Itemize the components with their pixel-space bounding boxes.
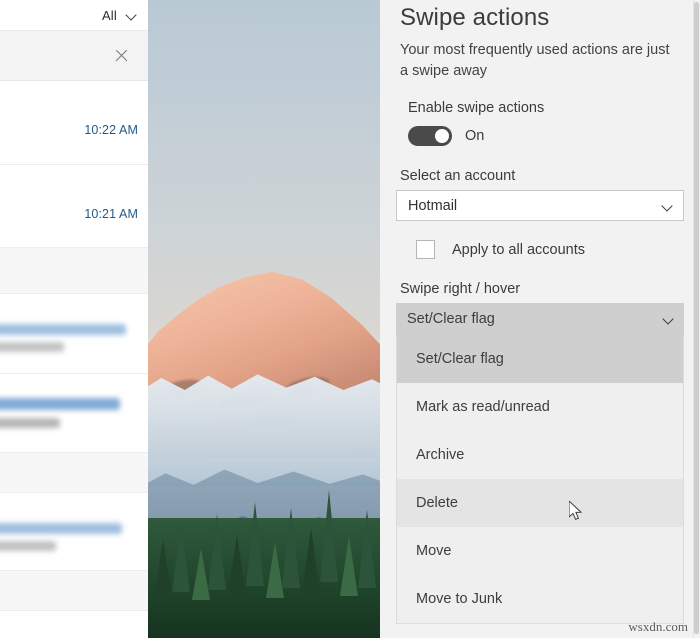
option-delete[interactable]: Delete [397, 479, 683, 527]
message-list-header: All [0, 0, 148, 30]
option-move-to-junk[interactable]: Move to Junk [397, 575, 683, 623]
list-item[interactable] [0, 374, 148, 453]
message-list-panel: All 10:22 AM 10:21 AM [0, 0, 148, 638]
account-select-value: Hotmail [408, 197, 458, 214]
swipe-right-label: Swipe right / hover [400, 281, 521, 297]
swipe-right-combobox-value: Set/Clear flag [407, 311, 495, 327]
settings-scrollbar[interactable] [693, 0, 700, 638]
conifer-forest [148, 468, 380, 638]
option-label: Archive [416, 447, 465, 463]
page-title: Swipe actions [400, 4, 550, 31]
redacted-sender [0, 523, 122, 534]
list-item[interactable] [0, 248, 148, 294]
filter-label[interactable]: All [102, 8, 117, 23]
option-label: Delete [416, 495, 458, 511]
site-watermark: wsxdn.com [628, 619, 688, 634]
option-mark-as-read-unread[interactable]: Mark as read/unread [397, 383, 683, 431]
apply-to-all-accounts-label: Apply to all accounts [452, 241, 585, 258]
enable-swipe-actions-label: Enable swipe actions [408, 100, 545, 116]
option-label: Move [416, 543, 452, 559]
list-item-time: 10:21 AM [84, 207, 138, 221]
toggle-knob [435, 129, 449, 143]
swipe-right-combobox[interactable]: Set/Clear flag [396, 303, 684, 335]
list-item[interactable] [0, 493, 148, 571]
enable-swipe-actions-toggle[interactable] [408, 126, 452, 146]
redacted-sender [0, 324, 126, 335]
list-item[interactable] [0, 294, 148, 374]
chevron-down-icon [663, 313, 675, 325]
redacted-sender [0, 398, 120, 410]
apply-to-all-accounts-checkbox[interactable] [416, 240, 435, 259]
search-bar[interactable] [0, 30, 148, 81]
mail-app-window: All 10:22 AM 10:21 AM Swipe actions Your… [0, 0, 700, 638]
redacted-subject [0, 541, 56, 551]
option-label: Move to Junk [416, 591, 503, 607]
swipe-right-option-list: Set/Clear flag Mark as read/unread Archi… [396, 335, 684, 624]
close-icon[interactable] [114, 48, 129, 63]
option-label: Set/Clear flag [416, 351, 504, 367]
settings-scrollbar-thumb[interactable] [694, 2, 699, 634]
option-archive[interactable]: Archive [397, 431, 683, 479]
option-label: Mark as read/unread [416, 399, 550, 415]
list-item[interactable]: 10:22 AM [0, 81, 148, 165]
option-move[interactable]: Move [397, 527, 683, 575]
list-item-time: 10:22 AM [84, 123, 138, 137]
reading-pane-photo [148, 0, 380, 638]
redacted-subject [0, 418, 60, 428]
redacted-subject [0, 342, 64, 352]
toggle-state-label: On [465, 128, 485, 144]
chevron-down-icon[interactable] [126, 9, 138, 21]
list-item[interactable] [0, 571, 148, 611]
option-set-clear-flag[interactable]: Set/Clear flag [397, 335, 683, 383]
page-subtitle: Your most frequently used actions are ju… [400, 42, 670, 79]
enable-swipe-actions-row: On [396, 126, 684, 146]
chevron-down-icon [662, 200, 674, 212]
apply-to-all-accounts-row: Apply to all accounts [396, 240, 684, 259]
account-select[interactable]: Hotmail [396, 190, 684, 221]
list-item[interactable] [0, 453, 148, 493]
swipe-actions-settings-pane: Swipe actions Your most frequently used … [380, 0, 700, 638]
list-item[interactable]: 10:21 AM [0, 165, 148, 248]
select-account-label: Select an account [400, 168, 516, 184]
